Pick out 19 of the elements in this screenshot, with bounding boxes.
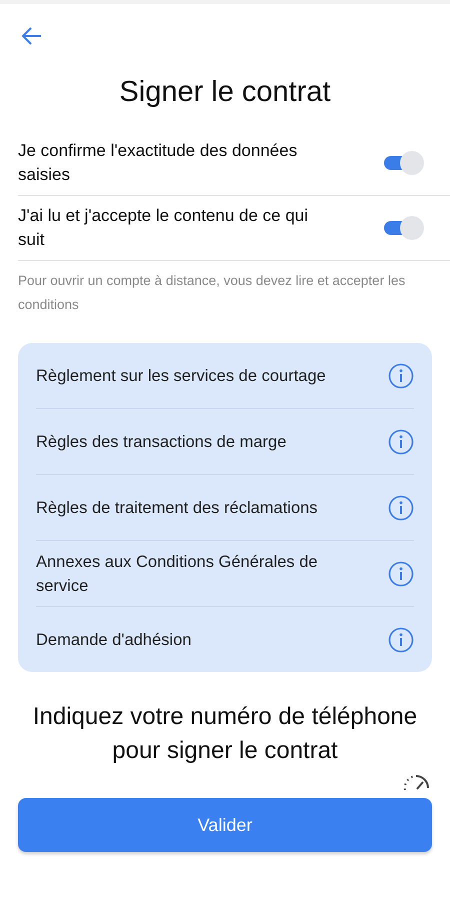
info-icon[interactable] — [388, 626, 414, 652]
toggle-switch[interactable] — [384, 216, 424, 240]
page-title: Signer le contrat — [118, 76, 332, 109]
toggle-label: J'ai lu et j'accepte le contenu de ce qui suit — [18, 205, 310, 251]
info-icon[interactable] — [388, 428, 414, 454]
info-icon[interactable] — [388, 362, 414, 388]
toggle-label: Je confirme l'exactitude des données saisies — [18, 140, 298, 186]
phone-heading: Indiquez votre numéro de téléphone pour signer le contrat — [32, 702, 418, 766]
document-link[interactable]: Règles de traitement des réclamations — [36, 496, 318, 520]
toggle-switch[interactable] — [384, 151, 424, 175]
document-link[interactable]: Règles des transactions de marge — [36, 430, 286, 454]
document-link[interactable]: Annexes aux Conditions Générales de service — [36, 550, 346, 598]
info-note: Pour ouvrir un compte à distance, vous devez lire et accepter les conditions — [18, 272, 406, 314]
info-icon[interactable] — [388, 494, 414, 520]
document-link[interactable]: Règlement sur les services de courtage — [36, 364, 326, 388]
info-icon[interactable] — [388, 560, 414, 586]
submit-button[interactable]: Valider — [18, 798, 432, 852]
document-link[interactable]: Demande d'adhésion — [36, 628, 192, 652]
back-arrow-icon — [21, 25, 43, 47]
